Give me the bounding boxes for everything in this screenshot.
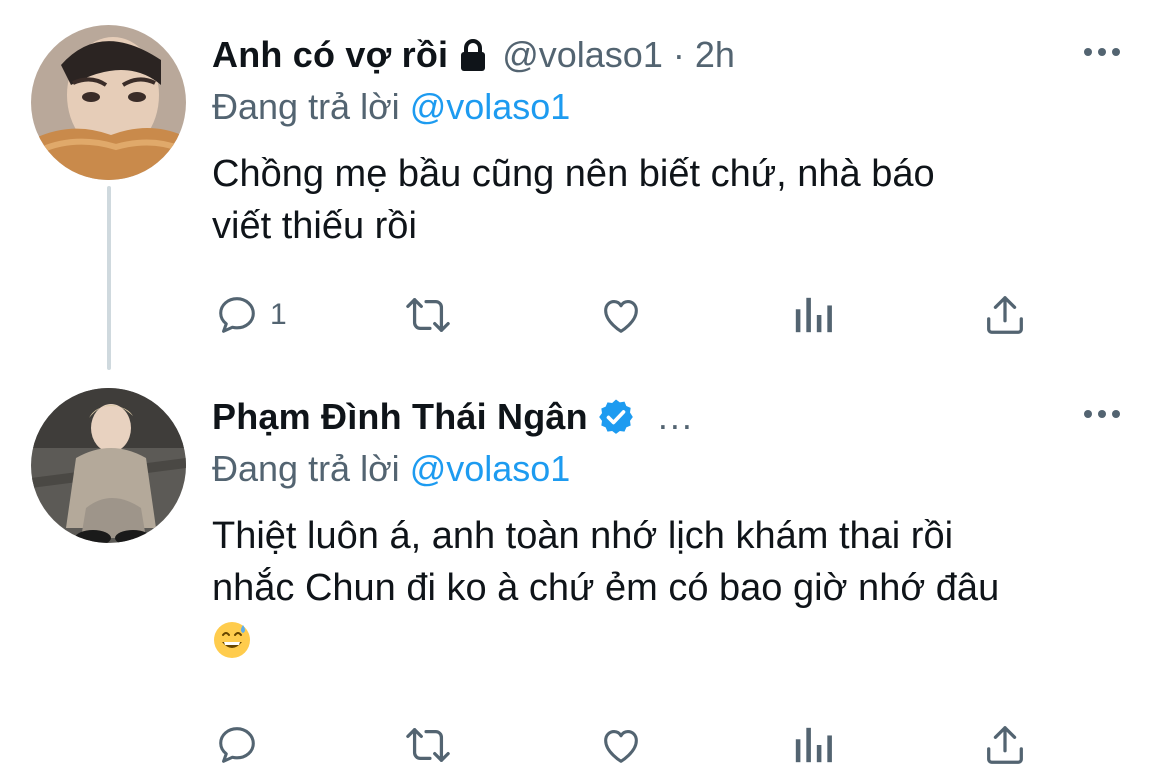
thread-connector-line <box>107 186 111 370</box>
reply-icon <box>219 297 255 333</box>
retweet-button[interactable] <box>402 722 454 768</box>
tweet-actions <box>212 722 1042 770</box>
replying-to: Đang trả lời @volaso1 <box>212 86 570 128</box>
analytics-icon <box>795 297 832 333</box>
avatar[interactable] <box>31 388 186 543</box>
reply-mention-link[interactable]: @volaso1 <box>410 448 571 489</box>
replying-to-label: Đang trả lời <box>212 448 400 489</box>
verified-badge-icon <box>596 397 636 437</box>
reply-mention-link[interactable]: @volaso1 <box>410 86 571 127</box>
share-button[interactable] <box>982 292 1028 338</box>
separator-dot: · <box>672 34 685 75</box>
replying-to: Đang trả lời @volaso1 <box>212 448 570 490</box>
share-icon <box>987 296 1023 334</box>
tweet-text-line: nhắc Chun đi ko à chứ ẻm có bao giờ nhớ … <box>212 567 1000 609</box>
analytics-icon <box>795 727 832 763</box>
tweet-actions: 1 <box>212 292 1042 340</box>
analytics-button[interactable] <box>792 292 834 338</box>
more-options-icon[interactable] <box>1084 48 1120 56</box>
tweet-text-line: viết thiếu rồi <box>212 205 417 247</box>
timestamp[interactable]: 2h <box>695 34 735 76</box>
grinning-face-with-sweat-icon <box>212 620 252 674</box>
avatar[interactable] <box>31 25 186 180</box>
lock-icon <box>458 38 488 72</box>
share-button[interactable] <box>982 722 1028 768</box>
retweet-icon <box>406 728 450 762</box>
reply-button[interactable] <box>214 722 270 768</box>
reply-button[interactable]: 1 <box>214 292 287 338</box>
like-icon <box>604 300 638 333</box>
retweet-button[interactable] <box>402 292 454 338</box>
like-button[interactable] <box>598 292 644 338</box>
reply-count: 1 <box>270 298 287 331</box>
tweet-text: Chồng mẹ bầu cũng nên biết chứ, nhà báo … <box>212 148 1132 252</box>
replying-to-label: Đang trả lời <box>212 86 400 127</box>
retweet-icon <box>406 298 450 332</box>
truncated-meta: ... <box>657 396 694 437</box>
reply-icon <box>219 727 255 763</box>
tweet-header: Phạm Đình Thái Ngân ... <box>212 396 694 438</box>
analytics-button[interactable] <box>792 722 834 768</box>
tweet-text: Thiệt luôn á, anh toàn nhớ lịch khám tha… <box>212 510 1132 674</box>
like-icon <box>604 730 638 763</box>
tweet-text-line: Thiệt luôn á, anh toàn nhớ lịch khám tha… <box>212 515 954 557</box>
more-options-icon[interactable] <box>1084 410 1120 418</box>
like-button[interactable] <box>598 722 644 768</box>
display-name[interactable]: Anh có vợ rồi <box>212 34 448 76</box>
share-icon <box>987 726 1023 764</box>
tweet-header: Anh có vợ rồi @volaso1 · 2h <box>212 34 735 76</box>
user-handle[interactable]: @volaso1 <box>502 34 663 76</box>
tweet-text-line: Chồng mẹ bầu cũng nên biết chứ, nhà báo <box>212 153 935 195</box>
display-name[interactable]: Phạm Đình Thái Ngân <box>212 396 588 438</box>
